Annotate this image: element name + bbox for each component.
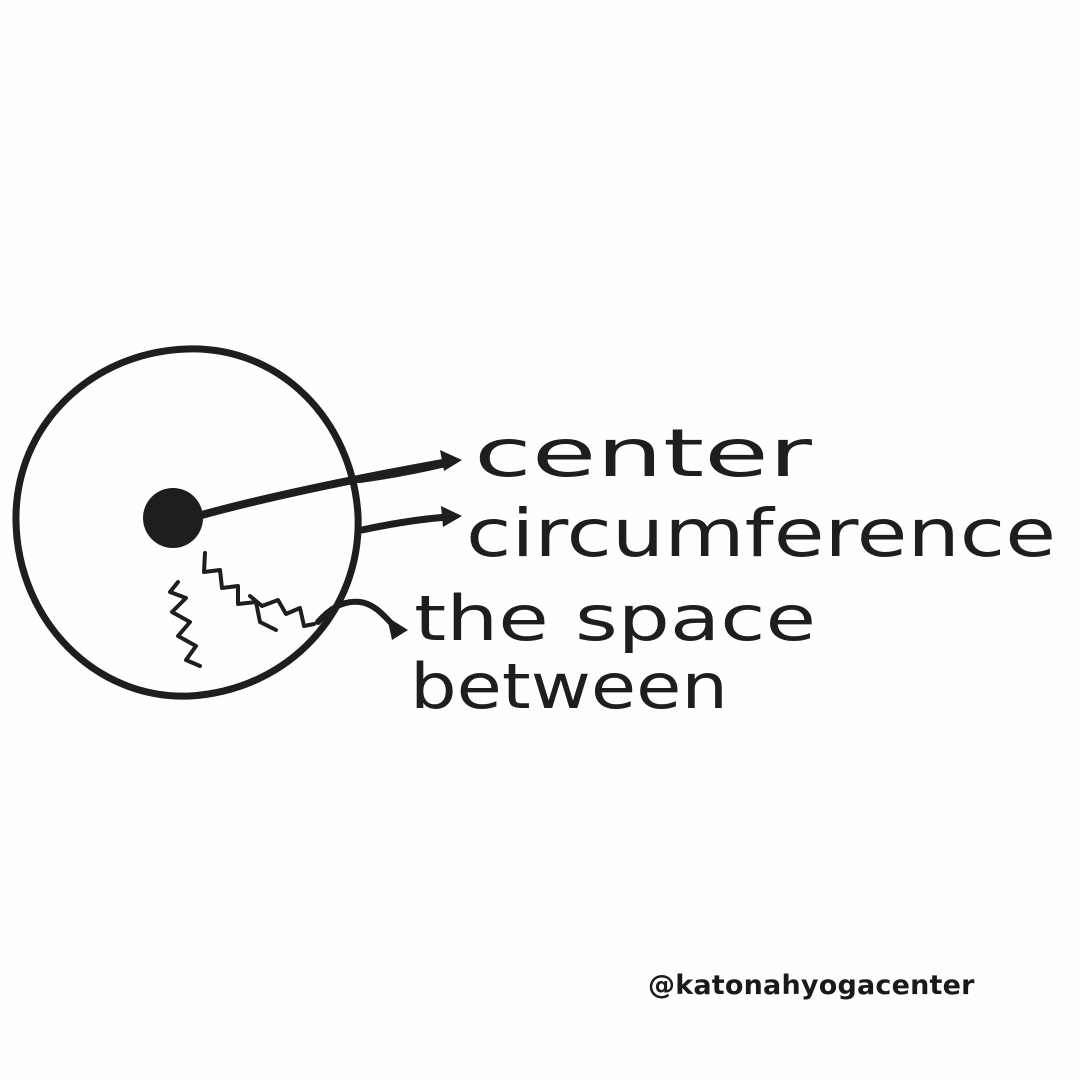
circle-diagram: center circumference the space between [12, 345, 1056, 723]
center-arrowhead [440, 450, 462, 471]
space-squiggle-2 [202, 551, 278, 632]
center-arrow-line [194, 458, 452, 520]
label-center: center [474, 415, 813, 492]
center-dot [143, 488, 203, 548]
circumference-arrowhead [441, 506, 462, 527]
space-arrowhead [387, 617, 408, 640]
diagram-canvas: center circumference the space between @… [0, 0, 1080, 1080]
space-squiggle-1 [168, 580, 202, 668]
label-space-line1: the space [414, 582, 816, 655]
circumference-arrow-line [358, 513, 452, 534]
label-circumference: circumference [466, 495, 1056, 572]
account-handle: @katonahyogacenter [648, 970, 975, 1001]
label-space-line2: between [410, 650, 728, 723]
